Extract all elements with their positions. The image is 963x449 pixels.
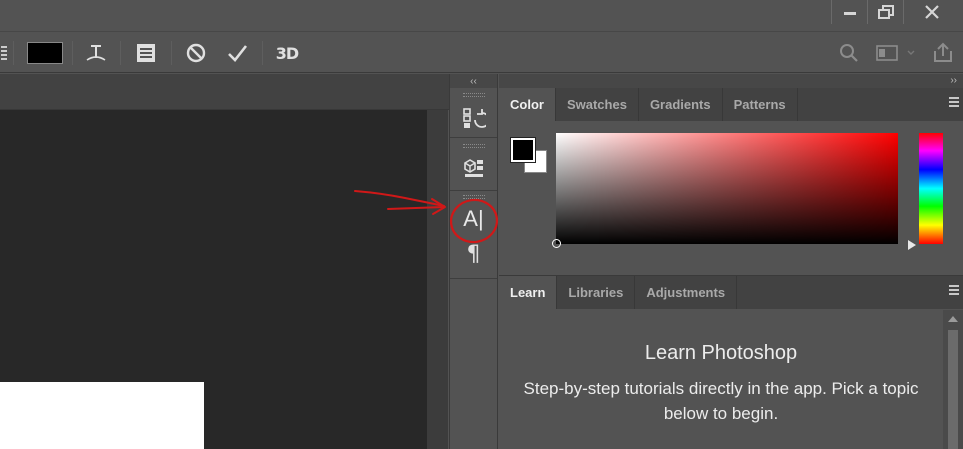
close-icon [925, 5, 939, 19]
canvas-scrollbar[interactable] [427, 110, 448, 449]
scroll-up-icon[interactable] [948, 316, 958, 322]
learn-title: Learn Photoshop [644, 342, 798, 364]
separator [13, 41, 14, 65]
document-canvas[interactable] [0, 382, 204, 449]
hue-slider-handle[interactable] [908, 240, 916, 250]
scroll-thumb[interactable] [948, 330, 958, 449]
workspace-button[interactable] [872, 32, 920, 74]
hue-slider[interactable] [919, 133, 943, 244]
search-button[interactable] [836, 32, 862, 74]
separator [262, 41, 263, 65]
color-panel-tabs: Color Swatches Gradients Patterns [499, 88, 963, 121]
separator [450, 278, 497, 279]
foreground-color-swatch[interactable] [510, 137, 536, 163]
warp-text-icon [86, 45, 106, 61]
text-color-swatch[interactable] [26, 32, 63, 74]
commit-button[interactable] [223, 32, 251, 74]
panels-toggle-icon [137, 44, 155, 62]
title-bar [0, 0, 963, 30]
options-bar: 3D [0, 31, 963, 73]
3d-label: 3D [275, 43, 299, 63]
drag-grip[interactable] [463, 144, 485, 148]
3d-panel-button[interactable] [450, 150, 497, 186]
separator [120, 41, 121, 65]
drag-grip[interactable] [463, 93, 485, 97]
cancel-button[interactable] [182, 32, 210, 74]
character-icon: A| [463, 206, 484, 231]
justify-icon[interactable] [0, 32, 8, 74]
history-icon [462, 108, 486, 128]
restore-button[interactable] [867, 0, 903, 24]
separator [171, 41, 172, 65]
tab-adjustments[interactable]: Adjustments [635, 276, 738, 309]
close-button[interactable] [903, 0, 960, 24]
tab-libraries[interactable]: Libraries [557, 276, 636, 309]
tab-gradients[interactable]: Gradients [639, 88, 723, 121]
separator [450, 137, 497, 138]
checkmark-icon [228, 45, 248, 62]
restore-icon [877, 5, 894, 19]
panels-toggle-button[interactable] [132, 32, 160, 74]
workspace-icon [876, 45, 915, 61]
character-panel-button[interactable]: A| [450, 201, 497, 237]
color-picker-handle[interactable] [552, 239, 561, 248]
warp-text-button[interactable] [82, 32, 110, 74]
paragraph-panel-button[interactable]: ¶ [450, 237, 497, 273]
learn-description: Step-by-step tutorials directly in the a… [523, 379, 919, 423]
3d-panel-icon [463, 159, 483, 177]
tab-color[interactable]: Color [499, 88, 556, 121]
color-field[interactable] [552, 133, 898, 248]
history-panel-button[interactable] [450, 100, 497, 136]
3d-button[interactable]: 3D [272, 32, 302, 74]
share-button[interactable] [928, 32, 958, 74]
learn-panel: Learn Libraries Adjustments Learn Photos… [499, 275, 963, 449]
dock-collapse-button[interactable]: ‹‹ [450, 74, 497, 88]
separator [450, 190, 497, 191]
paragraph-icon: ¶ [466, 242, 481, 267]
panel-menu-icon[interactable] [949, 285, 959, 299]
drag-grip[interactable] [463, 195, 485, 199]
learn-panel-tabs: Learn Libraries Adjustments [499, 276, 963, 309]
color-panel: Color Swatches Gradients Patterns [499, 88, 963, 274]
panel-dock: ‹‹ A| ¶ [449, 74, 498, 449]
tab-learn[interactable]: Learn [499, 276, 558, 309]
panel-expand-button[interactable]: ›› [499, 74, 963, 88]
document-tab-bar [0, 74, 449, 110]
search-icon [840, 44, 858, 62]
tab-swatches[interactable]: Swatches [556, 88, 639, 121]
panel-menu-icon[interactable] [949, 97, 959, 111]
minimize-icon [843, 12, 856, 15]
learn-scrollbar[interactable] [943, 310, 963, 449]
share-icon [934, 42, 952, 62]
cancel-icon [186, 43, 206, 63]
tab-patterns[interactable]: Patterns [723, 88, 798, 121]
minimize-button[interactable] [831, 0, 867, 24]
learn-content: Learn Photoshop Step-by-step tutorials d… [499, 310, 943, 449]
separator [72, 41, 73, 65]
